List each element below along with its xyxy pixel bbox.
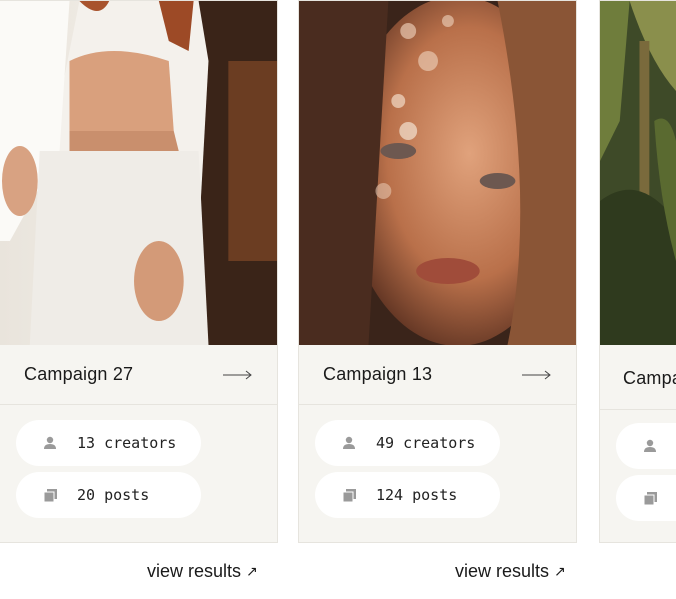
person-icon <box>43 435 59 451</box>
campaign-title: Campa <box>623 368 676 388</box>
posts-count-pill: 124 posts <box>315 472 500 518</box>
campaign-header[interactable]: Campaign 27 <box>0 345 277 405</box>
arrow-up-right-icon: ↗ <box>554 563 566 579</box>
campaign-card[interactable]: Campa <box>599 0 676 543</box>
posts-count: 124 posts <box>376 486 458 504</box>
campaign-photo <box>600 1 676 345</box>
arrow-up-right-icon: ↗ <box>246 563 258 579</box>
view-results-link[interactable]: view results ↗ <box>455 561 566 582</box>
campaign-photo <box>0 1 277 345</box>
campaign-title: Campaign 13 <box>323 364 433 384</box>
stacked-images-icon <box>643 490 659 506</box>
campaign-header[interactable]: Campaign 13 <box>299 345 576 405</box>
creators-count: 49 creators <box>376 434 476 452</box>
campaign-header[interactable]: Campa <box>600 348 676 410</box>
creators-count-pill: 13 creators <box>16 420 201 466</box>
creators-count: 13 creators <box>77 434 177 452</box>
view-results-label: view results <box>455 561 550 581</box>
person-icon <box>342 435 358 451</box>
stacked-images-icon <box>342 487 358 503</box>
view-results-label: view results <box>147 561 242 581</box>
posts-count: 20 posts <box>77 486 150 504</box>
campaign-photo <box>299 1 576 345</box>
long-arrow-right-icon[interactable] <box>223 369 253 381</box>
posts-count-pill: 20 posts <box>16 472 201 518</box>
long-arrow-right-icon[interactable] <box>522 369 552 381</box>
stacked-images-icon <box>43 487 59 503</box>
view-results-link[interactable]: view results ↗ <box>147 561 258 582</box>
creators-count-pill <box>616 423 676 469</box>
campaign-card[interactable]: Campaign 13 49 creators 124 posts <box>298 0 577 543</box>
campaign-title: Campaign 27 <box>24 364 134 384</box>
person-icon <box>643 438 659 454</box>
posts-count-pill <box>616 475 676 521</box>
creators-count-pill: 49 creators <box>315 420 500 466</box>
campaign-card[interactable]: Campaign 27 13 creators 20 posts <box>0 0 278 543</box>
